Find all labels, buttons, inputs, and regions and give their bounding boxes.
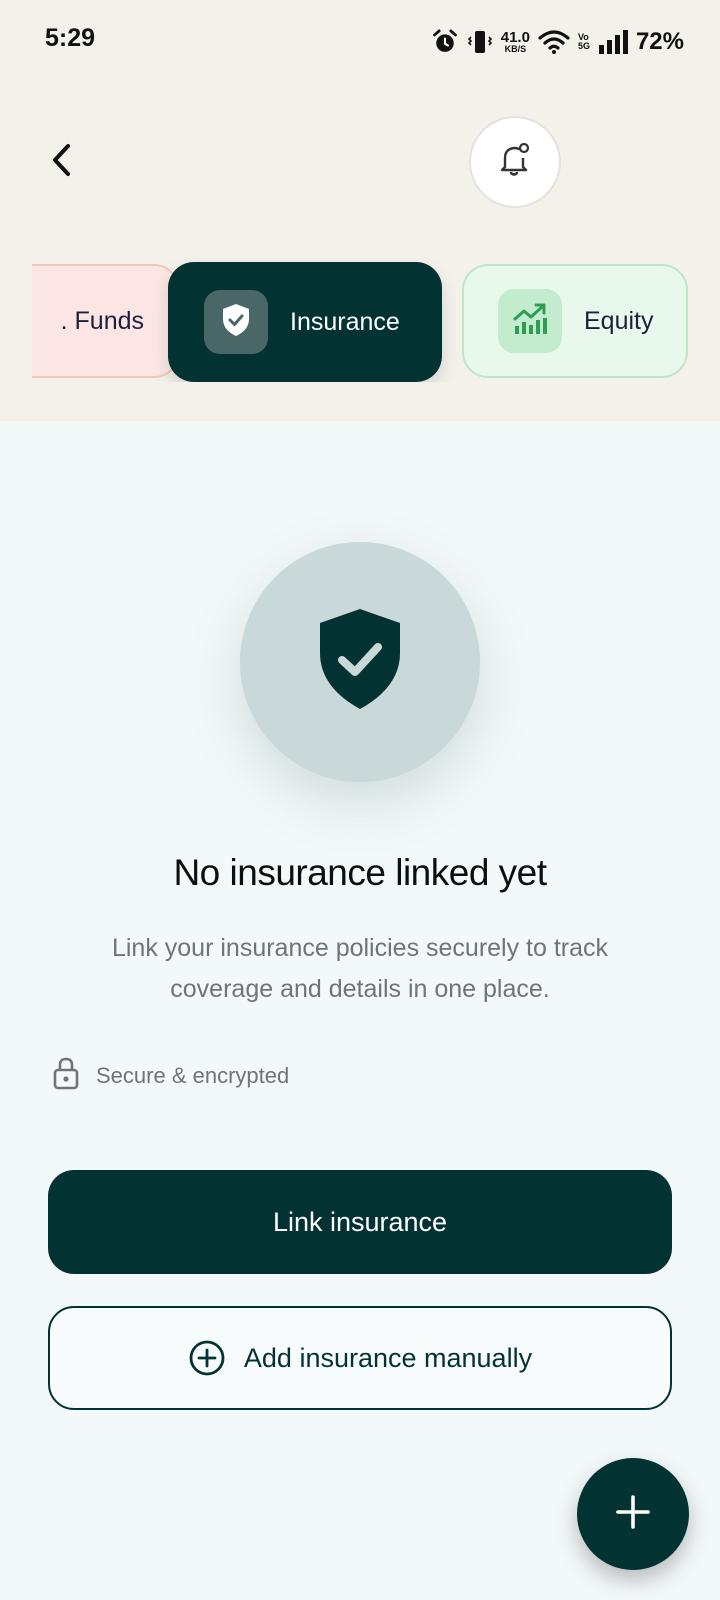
link-insurance-button[interactable]: Link insurance xyxy=(48,1170,672,1274)
shield-check-icon xyxy=(312,605,408,720)
wifi-icon xyxy=(538,29,570,55)
tab-insurance-label: Insurance xyxy=(290,307,400,336)
alarm-icon xyxy=(431,28,459,56)
tab-equity[interactable]: Equity xyxy=(462,264,688,378)
chart-up-icon xyxy=(511,301,549,342)
secure-note: Secure & encrypted xyxy=(52,1056,289,1095)
tab-funds-label: . Funds xyxy=(60,306,144,335)
vibrate-icon xyxy=(467,28,493,56)
tab-insurance[interactable]: Insurance xyxy=(168,262,442,382)
add-insurance-manually-label: Add insurance manually xyxy=(243,1342,533,1373)
status-icons: 41.0 KB/S Vo 5G 72% xyxy=(431,22,684,62)
link-insurance-label: Link insurance xyxy=(272,1206,448,1237)
empty-state-illustration xyxy=(240,542,480,782)
battery-percent: 72% xyxy=(635,28,684,55)
add-fab-button[interactable] xyxy=(577,1458,689,1570)
chevron-left-icon xyxy=(48,143,76,182)
category-tabs: . Funds Insurance Equity xyxy=(32,258,688,382)
tab-equity-icon-box xyxy=(498,289,562,353)
empty-state-title: No insurance linked yet xyxy=(173,852,547,893)
volte-bottom: 5G xyxy=(577,41,590,51)
plus-icon xyxy=(615,1494,651,1535)
status-time: 5:29 xyxy=(45,24,96,52)
lock-icon xyxy=(52,1056,80,1095)
volte-indicator: Vo 5G xyxy=(578,33,590,51)
network-speed-value: 41.0 xyxy=(500,29,530,46)
signal-icon xyxy=(598,29,628,55)
bell-icon xyxy=(494,139,536,186)
secure-note-label: Secure & encrypted xyxy=(96,1062,290,1088)
notifications-button[interactable] xyxy=(469,116,561,208)
tab-equity-label: Equity xyxy=(584,306,654,335)
back-button[interactable] xyxy=(38,138,86,186)
shield-check-icon xyxy=(220,302,252,343)
network-speed-unit: KB/S xyxy=(504,44,527,54)
network-speed: 41.0 KB/S xyxy=(501,30,530,54)
plus-circle-icon xyxy=(188,1339,226,1377)
empty-state-description: Link your insurance policies securely to… xyxy=(111,934,609,1003)
tab-funds[interactable]: . Funds xyxy=(32,264,180,378)
status-bar: 5:29 41.0 KB/S Vo 5G 72% xyxy=(0,0,720,84)
tab-insurance-icon-box xyxy=(204,290,268,354)
add-insurance-manually-button[interactable]: Add insurance manually xyxy=(48,1306,672,1410)
